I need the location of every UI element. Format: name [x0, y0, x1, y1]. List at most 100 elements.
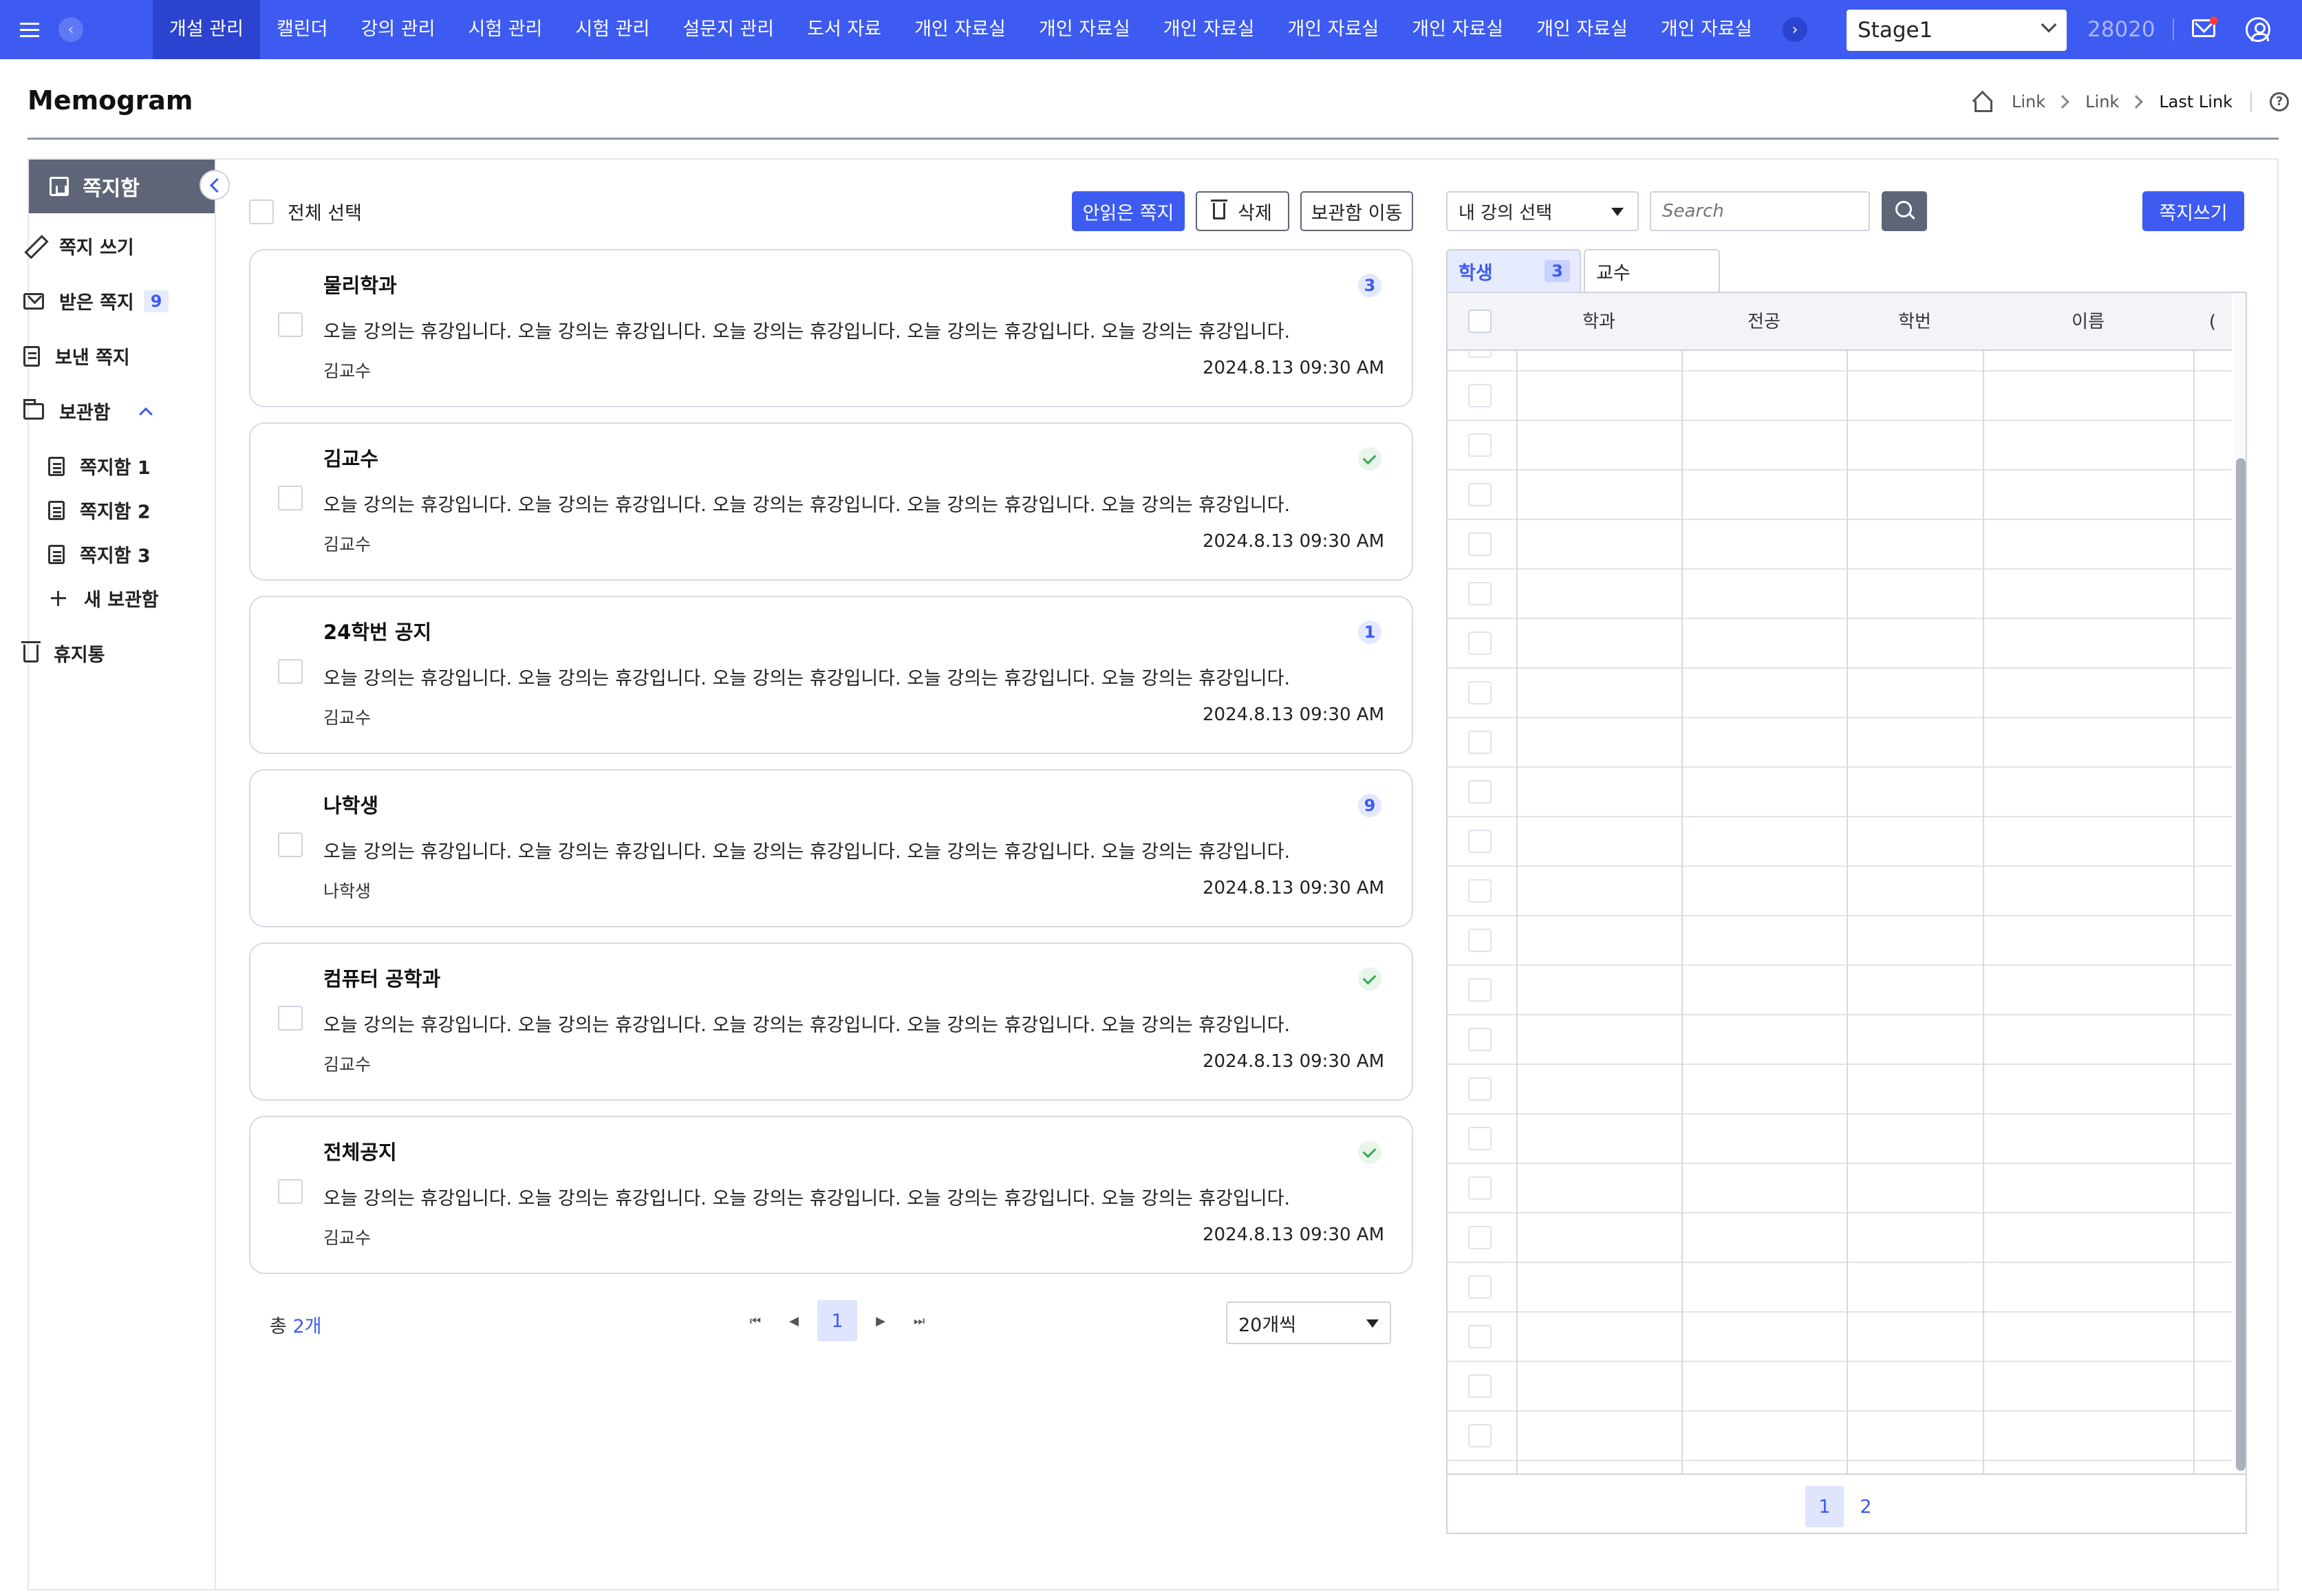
sidebar-item-trash[interactable]: 휴지통 [21, 640, 105, 667]
message-card[interactable]: 나학생 오늘 강의는 휴강입니다. 오늘 강의는 휴강입니다. 오늘 강의는 휴강… [249, 769, 1413, 927]
tab-professors[interactable]: 교수 [1584, 249, 1720, 292]
row-checkbox[interactable] [1468, 433, 1492, 457]
table-row[interactable] [1448, 1015, 2232, 1065]
nav-item[interactable]: 강의 관리 [344, 0, 451, 59]
table-row[interactable] [1448, 966, 2232, 1015]
table-row[interactable] [1448, 1065, 2232, 1114]
row-checkbox[interactable] [1468, 681, 1492, 704]
message-checkbox[interactable] [278, 1179, 303, 1204]
write-memo-button[interactable]: 쪽지쓰기 [2142, 191, 2244, 231]
message-card[interactable]: 전체공지 오늘 강의는 휴강입니다. 오늘 강의는 휴강입니다. 오늘 강의는 휴… [249, 1116, 1413, 1274]
sidebar-item-archive-2[interactable]: 쪽지함 2 [48, 497, 151, 524]
unread-filter-button[interactable]: 안읽은 쪽지 [1072, 191, 1185, 231]
message-card[interactable]: 김교수 오늘 강의는 휴강입니다. 오늘 강의는 휴강입니다. 오늘 강의는 휴강… [249, 422, 1413, 581]
row-checkbox[interactable] [1468, 1424, 1492, 1447]
message-card[interactable]: 물리학과 오늘 강의는 휴강입니다. 오늘 강의는 휴강입니다. 오늘 강의는 휴… [249, 249, 1413, 407]
nav-item[interactable]: 시험 관리 [451, 0, 559, 59]
row-checkbox[interactable] [1468, 978, 1492, 1002]
table-row[interactable] [1448, 1412, 2232, 1461]
sidebar-item-compose[interactable]: 쪽지 쓰기 [23, 233, 134, 259]
table-row[interactable] [1448, 867, 2232, 916]
table-row[interactable] [1448, 619, 2232, 669]
course-select[interactable]: 내 강의 선택 [1446, 191, 1639, 231]
select-all-checkbox[interactable] [249, 199, 274, 224]
row-checkbox[interactable] [1468, 632, 1492, 655]
nav-item[interactable]: 개인 자료실 [1271, 0, 1395, 59]
table-page-2[interactable]: 2 [1847, 1486, 1885, 1527]
last-page-icon[interactable]: ⏭ [900, 1300, 938, 1341]
nav-item[interactable]: 고객센터 [1769, 0, 1781, 59]
nav-item[interactable]: 개설 관리 [153, 0, 260, 59]
table-row[interactable] [1448, 1114, 2232, 1164]
stage-select[interactable]: Stage1 [1847, 10, 2067, 51]
nav-item[interactable]: 설문지 관리 [666, 0, 790, 59]
home-icon[interactable] [1972, 94, 1992, 112]
nav-item[interactable]: 시험 관리 [559, 0, 666, 59]
row-checkbox[interactable] [1468, 929, 1492, 952]
sidebar-item-sent[interactable]: 보낸 쪽지 [23, 343, 130, 369]
row-checkbox[interactable] [1468, 483, 1492, 506]
message-checkbox[interactable] [278, 1006, 303, 1031]
table-row[interactable] [1448, 1313, 2232, 1362]
message-checkbox[interactable] [278, 659, 303, 684]
message-checkbox[interactable] [278, 312, 303, 337]
table-row[interactable] [1448, 1164, 2232, 1214]
page-number[interactable]: 1 [817, 1300, 857, 1341]
user-icon[interactable] [2246, 17, 2270, 42]
column-header[interactable]: 학과 [1516, 293, 1681, 351]
table-row[interactable] [1448, 718, 2232, 768]
help-icon[interactable]: ? [2270, 92, 2290, 111]
nav-item[interactable]: 캘린더 [260, 0, 345, 59]
table-row[interactable] [1448, 371, 2232, 421]
delete-button[interactable]: 삭제 [1196, 191, 1289, 231]
nav-item[interactable]: 개인 자료실 [1022, 0, 1147, 59]
nav-item[interactable]: 개인 자료실 [1395, 0, 1520, 59]
prev-page-icon[interactable]: ◀ [775, 1300, 813, 1341]
page-size-select[interactable]: 20개씩 [1226, 1302, 1391, 1344]
row-checkbox[interactable] [1468, 1325, 1492, 1348]
breadcrumb-link[interactable]: Link [2012, 92, 2045, 111]
breadcrumb-link[interactable]: Link [2085, 92, 2119, 111]
first-page-icon[interactable]: ⏮ [736, 1300, 775, 1341]
table-row[interactable] [1448, 471, 2232, 520]
chevron-left-icon[interactable]: ‹ [58, 17, 83, 42]
row-checkbox[interactable] [1468, 830, 1492, 853]
row-checkbox[interactable] [1468, 384, 1492, 407]
row-checkbox[interactable] [1468, 1226, 1492, 1249]
sidebar-header[interactable]: 쪽지함 [29, 160, 215, 213]
sidebar-item-archive-3[interactable]: 쪽지함 3 [48, 541, 151, 568]
sidebar-collapse-button[interactable] [200, 170, 230, 200]
message-checkbox[interactable] [278, 486, 303, 510]
nav-item[interactable]: 개인 자료실 [1147, 0, 1271, 59]
table-row[interactable] [1448, 916, 2232, 966]
row-checkbox[interactable] [1468, 1374, 1492, 1398]
row-checkbox[interactable] [1468, 1176, 1492, 1200]
select-all-rows-checkbox[interactable] [1468, 310, 1492, 333]
nav-item[interactable]: 개인 자료실 [1520, 0, 1644, 59]
row-checkbox[interactable] [1468, 1028, 1492, 1051]
row-checkbox[interactable] [1468, 731, 1492, 754]
nav-item[interactable]: 개인 자료실 [898, 0, 1022, 59]
table-page-1[interactable]: 1 [1805, 1486, 1844, 1527]
column-header[interactable]: ( [2193, 293, 2232, 351]
message-checkbox[interactable] [278, 832, 303, 857]
search-input[interactable] [1650, 191, 1870, 231]
sidebar-item-archive-1[interactable]: 쪽지함 1 [48, 453, 151, 479]
table-row[interactable] [1448, 669, 2232, 718]
row-checkbox[interactable] [1468, 1275, 1492, 1299]
table-row[interactable] [1448, 768, 2232, 817]
scrollbar-thumb[interactable] [2236, 458, 2246, 1471]
sidebar-item-archive[interactable]: 보관함 [23, 398, 153, 424]
table-row[interactable] [1448, 1362, 2232, 1412]
next-page-icon[interactable]: ▶ [861, 1300, 900, 1341]
row-checkbox[interactable] [1468, 780, 1492, 804]
message-card[interactable]: 컴퓨터 공학과 오늘 강의는 휴강입니다. 오늘 강의는 휴강입니다. 오늘 강의… [249, 942, 1413, 1101]
nav-item[interactable]: 개인 자료실 [1644, 0, 1769, 59]
row-checkbox[interactable] [1468, 532, 1492, 556]
select-all[interactable]: 전체 선택 [249, 198, 362, 225]
row-checkbox[interactable] [1468, 879, 1492, 903]
message-card[interactable]: 24학번 공지 오늘 강의는 휴강입니다. 오늘 강의는 휴강입니다. 오늘 강의… [249, 596, 1413, 754]
row-checkbox[interactable] [1468, 582, 1492, 605]
menu-icon[interactable] [0, 0, 59, 59]
search-icon[interactable] [1882, 191, 1927, 231]
